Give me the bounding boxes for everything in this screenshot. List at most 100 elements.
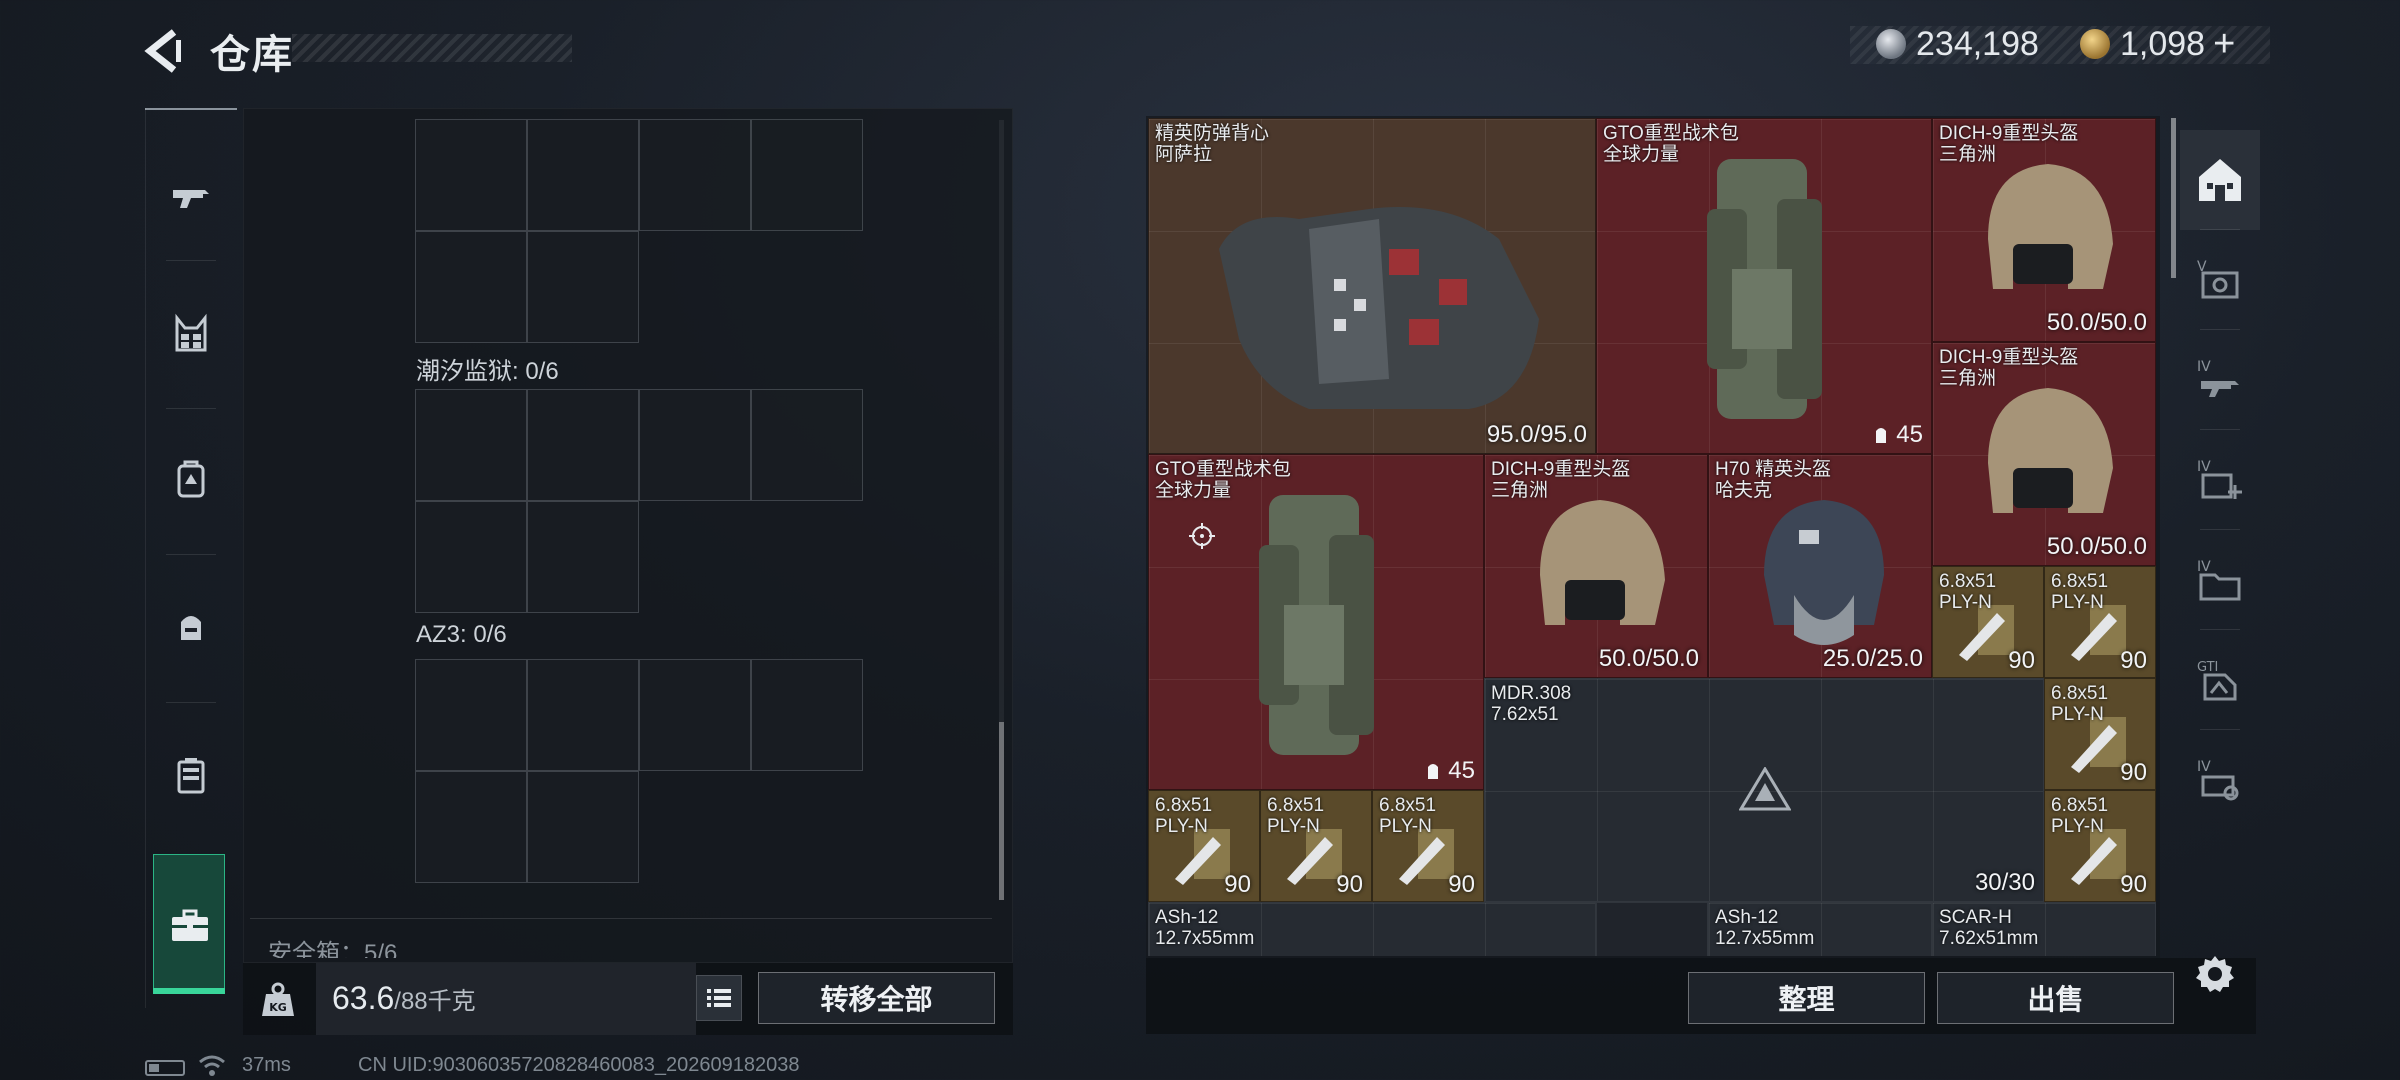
- item-name: H70 精英头盔 哈夫克: [1715, 459, 1832, 501]
- stash-grid: 精英防弹背心 阿萨拉 95.0/95.0 GTO重型战术包 全球力量 45 DI…: [1148, 118, 2158, 956]
- container-slot[interactable]: [639, 119, 751, 231]
- stash-tab-iv-search[interactable]: IV: [2180, 730, 2260, 830]
- rail-item-weapons[interactable]: [146, 158, 236, 238]
- stash-item-rifle-scar[interactable]: SCAR-H 7.62x51mm: [1932, 902, 2156, 956]
- stash-item-ammo[interactable]: 6.8x51 PLY-N 90: [1148, 790, 1260, 902]
- rail-item-chest-rig[interactable]: [146, 294, 236, 374]
- stash-tab-v[interactable]: V: [2180, 230, 2260, 330]
- stash-scroll-thumb[interactable]: [2171, 118, 2176, 278]
- stash-tab-iv-medical-icon: IV: [2197, 459, 2242, 499]
- stash-item-helmet-h70[interactable]: H70 精英头盔 哈夫克 25.0/25.0: [1708, 454, 1932, 678]
- container-slot[interactable]: [751, 119, 863, 231]
- stash-item-helmet[interactable]: DICH-9重型头盔 三角洲 50.0/50.0: [1484, 454, 1708, 678]
- container-slot[interactable]: [415, 771, 527, 883]
- svg-text:KG: KG: [269, 1001, 287, 1014]
- toolbox-icon: [172, 909, 208, 941]
- rail-item-pouch[interactable]: [146, 588, 236, 668]
- stash-slot[interactable]: [1596, 902, 1708, 956]
- container-slot[interactable]: [415, 659, 527, 771]
- container-slot[interactable]: [527, 501, 639, 613]
- capacity-icon: [1876, 428, 1887, 443]
- stash-tab-home[interactable]: [2180, 130, 2260, 230]
- transfer-all-button[interactable]: 转移全部: [758, 972, 995, 1024]
- silver-currency-value: 234,198: [1916, 24, 2039, 63]
- stash-tab-iv-medical[interactable]: IV: [2180, 430, 2260, 530]
- page-title: 仓库: [210, 33, 294, 77]
- backpack-icon: [177, 460, 205, 498]
- stash-home-icon: [2199, 159, 2241, 201]
- stash-item-ammo[interactable]: 6.8x51 PLY-N 90: [1260, 790, 1372, 902]
- container-scroll-thumb[interactable]: [999, 722, 1004, 900]
- body-armor-icon: [1219, 207, 1539, 409]
- title-decoration: [292, 34, 572, 62]
- item-count: 90: [2120, 647, 2147, 674]
- stash-tab-iv-weapon[interactable]: IV: [2180, 330, 2260, 430]
- stash-tab-iv-search-icon: IV: [2197, 759, 2239, 801]
- stash-item-rifle-mdr[interactable]: MDR.308 7.62x51 30/30: [1484, 678, 2044, 902]
- container-slot[interactable]: [527, 389, 639, 501]
- stash-item-helmet[interactable]: DICH-9重型头盔 三角洲 50.0/50.0: [1932, 118, 2156, 342]
- item-durability: 50.0/50.0: [2046, 533, 2147, 560]
- stash-tab-iv-weapon-icon: IV: [2197, 359, 2239, 397]
- silver-coin-icon: [1876, 29, 1906, 59]
- container-slot[interactable]: [415, 389, 527, 501]
- gold-coin-icon: [2080, 29, 2110, 59]
- stash-item-ammo[interactable]: 6.8x51 PLY-N 90: [2044, 790, 2156, 902]
- container-slot[interactable]: [751, 659, 863, 771]
- stash-item-backpack[interactable]: GTO重型战术包 全球力量 45: [1148, 454, 1484, 790]
- gold-currency[interactable]: 1,098 +: [2080, 22, 2235, 66]
- stash-item-body-armor[interactable]: 精英防弹背心 阿萨拉 95.0/95.0: [1148, 118, 1596, 454]
- item-name: 6.8x51 PLY-N: [1267, 795, 1325, 837]
- item-name: SCAR-H 7.62x51mm: [1939, 907, 2039, 949]
- rail-item-backpack[interactable]: [146, 440, 236, 520]
- stash-item-rifle-ash12[interactable]: ASh-12 12.7x55mm: [1148, 902, 1596, 956]
- stash-tab-rail: V IV IV IV GTI IV: [2180, 130, 2260, 830]
- stash-item-ammo[interactable]: 6.8x51 PLY-N 90: [2044, 678, 2156, 790]
- container-slot[interactable]: [415, 119, 527, 231]
- container-slot[interactable]: [415, 231, 527, 343]
- item-name: MDR.308 7.62x51: [1491, 683, 1572, 725]
- stash-tab-iv-folder[interactable]: IV: [2180, 530, 2260, 630]
- stash-item-ammo[interactable]: 6.8x51 PLY-N 90: [1932, 566, 2044, 678]
- stash-item-backpack[interactable]: GTO重型战术包 全球力量 45: [1596, 118, 1932, 454]
- item-durability: 25.0/25.0: [1822, 645, 1923, 672]
- add-currency-button[interactable]: +: [2213, 23, 2235, 66]
- item-name: ASh-12 12.7x55mm: [1155, 907, 1255, 949]
- item-name: GTO重型战术包 全球力量: [1603, 123, 1739, 165]
- helmet-icon: [1988, 388, 2113, 513]
- item-name: 精英防弹背心 阿萨拉: [1155, 123, 1270, 165]
- sell-button[interactable]: 出售: [1937, 972, 2174, 1024]
- item-name: 6.8x51 PLY-N: [1155, 795, 1213, 837]
- container-slot[interactable]: [415, 501, 527, 613]
- container-slot[interactable]: [527, 231, 639, 343]
- stash-item-rifle-ash12[interactable]: ASh-12 12.7x55mm: [1708, 902, 1932, 956]
- stash-item-helmet[interactable]: DICH-9重型头盔 三角洲 50.0/50.0: [1932, 342, 2156, 566]
- container-slot[interactable]: [527, 771, 639, 883]
- container-slot[interactable]: [639, 659, 751, 771]
- organize-button[interactable]: 整理: [1688, 972, 1925, 1024]
- settings-button[interactable]: [2193, 952, 2237, 996]
- container-slot[interactable]: [527, 119, 639, 231]
- item-durability: 50.0/50.0: [2046, 309, 2147, 336]
- back-button[interactable]: [140, 26, 190, 76]
- item-name: DICH-9重型头盔 三角洲: [1939, 123, 2079, 165]
- item-count: 90: [1336, 871, 1363, 898]
- loading-triangle-icon: [1739, 767, 1791, 811]
- item-name: 6.8x51 PLY-N: [1939, 571, 1997, 613]
- weight-max: /88千克: [394, 988, 476, 1015]
- rail-item-toolbox[interactable]: [153, 854, 225, 994]
- list-view-button[interactable]: [696, 975, 742, 1021]
- rail-item-storage-case[interactable]: [146, 736, 236, 816]
- stash-item-ammo[interactable]: 6.8x51 PLY-N 90: [2044, 566, 2156, 678]
- container-slot[interactable]: [639, 389, 751, 501]
- item-name: 6.8x51 PLY-N: [2051, 571, 2109, 613]
- item-name: DICH-9重型头盔 三角洲: [1939, 347, 2079, 389]
- item-name: DICH-9重型头盔 三角洲: [1491, 459, 1631, 501]
- stash-tab-gti[interactable]: GTI: [2180, 630, 2260, 730]
- gold-currency-value: 1,098: [2120, 24, 2206, 63]
- stash-item-ammo[interactable]: 6.8x51 PLY-N 90: [1372, 790, 1484, 902]
- container-slot[interactable]: [527, 659, 639, 771]
- crosshair-icon: [1189, 523, 1215, 549]
- container-slot[interactable]: [751, 389, 863, 501]
- safe-box-label: 安全箱：5/6 ...: [250, 918, 992, 958]
